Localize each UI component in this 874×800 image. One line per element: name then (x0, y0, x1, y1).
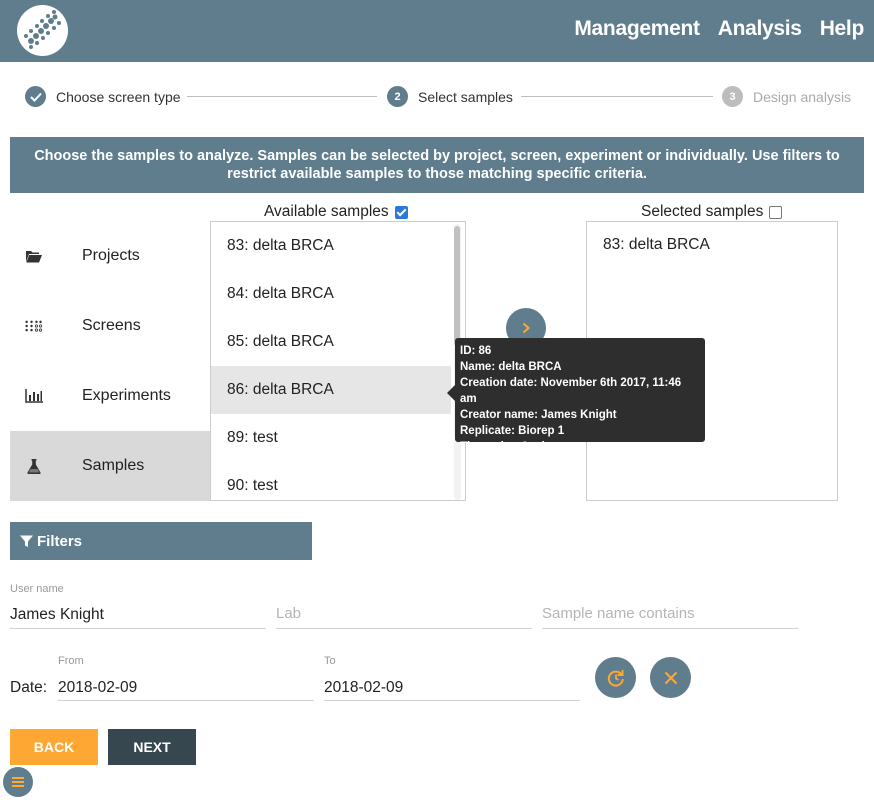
instructions-banner: Choose the samples to analyze. Samples c… (10, 137, 864, 193)
step-choose-screen-type[interactable]: Choose screen type (25, 86, 181, 107)
scrollbar-thumb[interactable] (454, 226, 460, 346)
category-projects[interactable]: Projects (10, 221, 210, 291)
step-label: Select samples (418, 88, 513, 105)
chevron-right-icon (522, 322, 530, 334)
list-item[interactable]: 90: test (211, 462, 451, 500)
user-name-value: James Knight (10, 606, 104, 623)
nav-analysis[interactable]: Analysis (718, 17, 802, 41)
tooltip-id: ID: 86 (460, 345, 492, 357)
close-icon (664, 671, 677, 684)
bar-chart-icon (25, 387, 43, 405)
flask-icon (25, 457, 43, 475)
tooltip-creator: Creator name: James Knight (460, 409, 617, 421)
available-samples-title: Available samples (264, 203, 389, 220)
category-label: Samples (82, 457, 145, 474)
category-screens[interactable]: Screens (10, 291, 210, 361)
available-samples-list[interactable]: 83: delta BRCA 84: delta BRCA 85: delta … (210, 221, 466, 501)
selected-samples-title: Selected samples (641, 203, 764, 220)
category-experiments[interactable]: Experiments (10, 361, 210, 431)
list-item[interactable]: 86: delta BRCA (211, 366, 451, 414)
sample-name-field[interactable]: Sample name contains (542, 583, 798, 629)
step-select-samples[interactable]: 2 Select samples (387, 86, 513, 107)
date-from-label: From (58, 655, 84, 667)
sample-name-placeholder: Sample name contains (542, 605, 695, 622)
list-item[interactable]: 89: test (211, 414, 451, 462)
filters-label: Filters (37, 532, 83, 550)
step-label: Design analysis (753, 88, 852, 105)
reset-filters-button[interactable] (595, 657, 636, 698)
step-number: 3 (722, 86, 743, 107)
category-samples[interactable]: Samples (10, 431, 210, 501)
category-label: Projects (82, 247, 140, 264)
date-to-value: 2018-02-09 (324, 679, 404, 696)
tooltip-creation-date: Creation date: November 6th 2017, 11:46 … (460, 377, 682, 405)
tooltip-name: Name: delta BRCA (460, 361, 562, 373)
clear-filters-button[interactable] (650, 657, 691, 698)
stepper-connector-2 (521, 96, 713, 97)
check-circle-icon (25, 86, 46, 107)
step-number: 2 (387, 86, 408, 107)
refresh-icon (607, 669, 624, 687)
sample-details-tooltip: ID: 86 Name: delta BRCA Creation date: N… (447, 338, 705, 453)
date-label: Date: (10, 679, 48, 696)
nav-management[interactable]: Management (574, 17, 700, 41)
category-label: Experiments (82, 387, 171, 404)
list-item[interactable]: 84: delta BRCA (211, 270, 451, 318)
dna-helix-logo-icon (24, 10, 61, 49)
nav-help[interactable]: Help (820, 17, 865, 41)
step-design-analysis[interactable]: 3 Design analysis (722, 86, 851, 107)
menu-button[interactable] (3, 767, 33, 797)
tooltip-replicate: Replicate: Biorep 1 (460, 425, 565, 437)
hamburger-menu-icon (12, 777, 24, 787)
next-button[interactable]: NEXT (108, 729, 196, 765)
top-nav: Management Analysis Help (574, 17, 864, 41)
folder-open-icon (25, 247, 43, 265)
user-name-field[interactable]: User name James Knight (10, 583, 266, 629)
stepper-connector-1 (187, 96, 377, 97)
step-label: Choose screen type (56, 88, 181, 105)
filters-button[interactable]: Filters (10, 522, 312, 560)
dots-grid-icon (25, 317, 43, 335)
app-logo[interactable] (17, 5, 68, 56)
date-to-field[interactable]: To 2018-02-09 (324, 655, 580, 701)
available-samples-header: Available samples (264, 203, 408, 221)
selected-samples-header: Selected samples (641, 203, 783, 221)
user-name-label: User name (10, 583, 64, 595)
top-bar: Management Analysis Help (0, 0, 874, 62)
select-all-available-checkbox[interactable] (394, 205, 408, 219)
tooltip-timepoint: Timepoint: 9 min (460, 441, 552, 453)
date-from-value: 2018-02-09 (58, 679, 138, 696)
back-button[interactable]: BACK (10, 729, 98, 765)
lab-placeholder: Lab (276, 605, 302, 622)
date-to-label: To (324, 655, 336, 667)
list-item[interactable]: 83: delta BRCA (603, 236, 710, 254)
select-all-selected-checkbox[interactable] (769, 205, 783, 219)
list-item[interactable]: 83: delta BRCA (211, 222, 451, 270)
lab-field[interactable]: Lab (276, 583, 532, 629)
filter-icon (20, 535, 33, 547)
date-from-field[interactable]: From 2018-02-09 (58, 655, 314, 701)
category-label: Screens (82, 317, 141, 334)
list-item[interactable]: 85: delta BRCA (211, 318, 451, 366)
